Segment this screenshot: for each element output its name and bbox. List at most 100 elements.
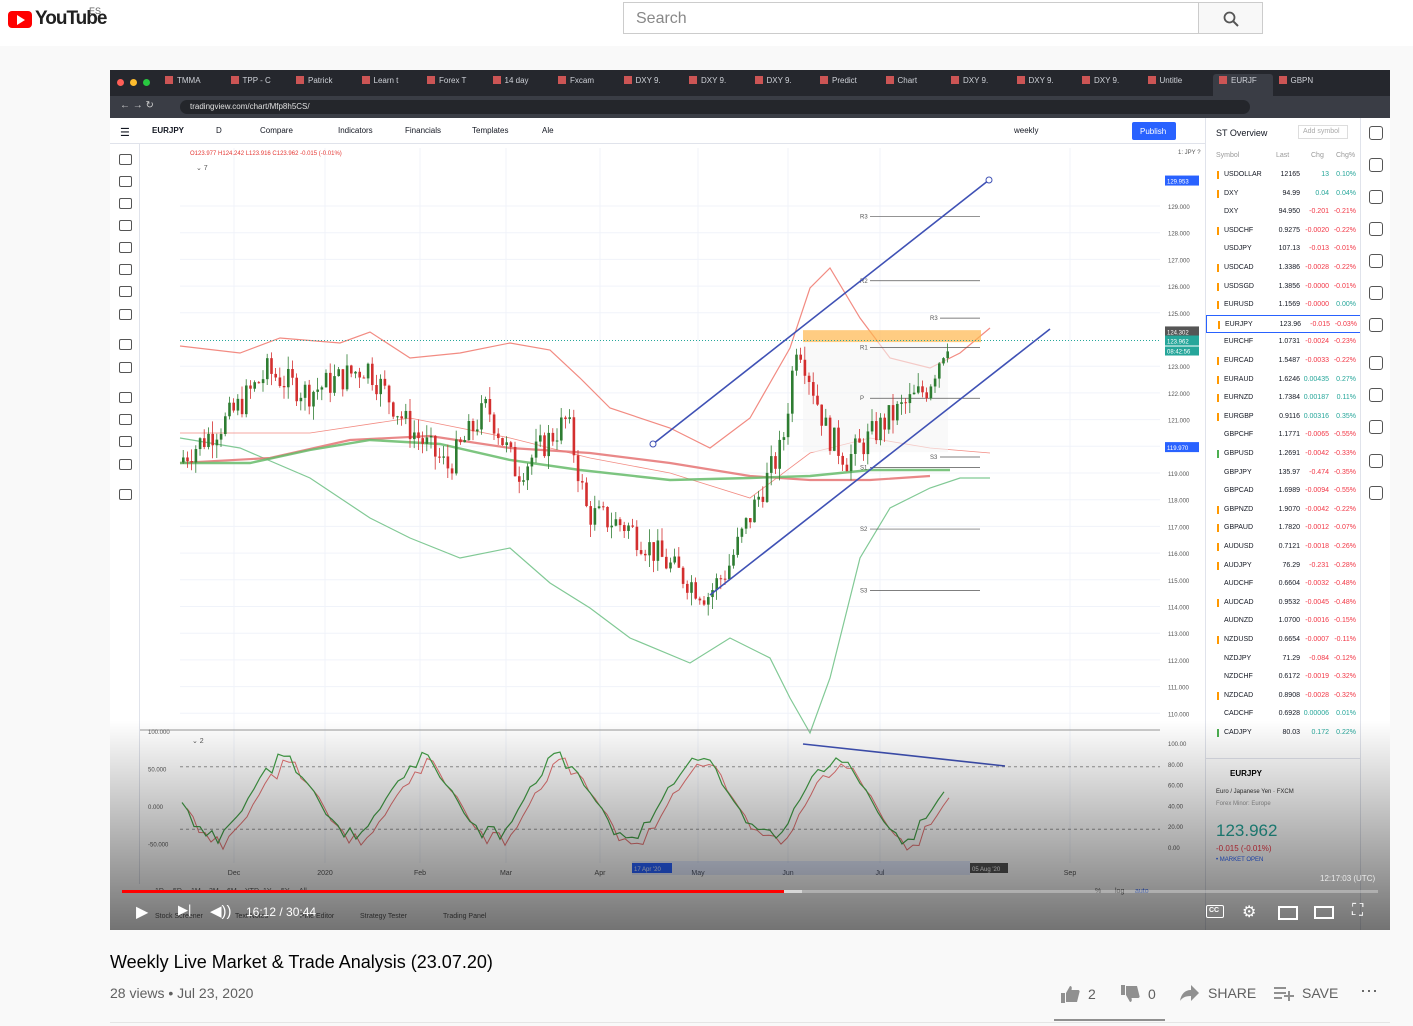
watchlist-row[interactable]: GBPNZD 1.9070 -0.0042 -0.22%	[1206, 501, 1361, 520]
sidebar-tool-icon[interactable]	[1369, 420, 1383, 434]
sidebar-tool-icon[interactable]	[1369, 356, 1383, 370]
sidebar-tool-icon[interactable]	[1369, 158, 1383, 172]
price-chart[interactable]: Dec 2020 Feb Mar Apr May Jun Jul Sep129.000128.0…	[110, 118, 1205, 930]
row-last: 94.950	[1278, 208, 1300, 216]
watchlist-row[interactable]: CADJPY 80.03 0.172 0.22%	[1206, 724, 1361, 743]
browser-tab[interactable]: DXY 9.	[1082, 76, 1142, 92]
search-input[interactable]: Search	[623, 2, 1199, 34]
candle-body	[303, 384, 307, 398]
watchlist-row[interactable]: USDSGD 1.3856 -0.0000 -0.01%	[1206, 278, 1361, 297]
tab-label: 14 day	[504, 76, 529, 85]
browser-tab[interactable]: Predict	[820, 76, 880, 92]
sidebar-tool-icon[interactable]	[1369, 318, 1383, 332]
browser-tab[interactable]: TMMA	[165, 76, 225, 92]
tab-label: Patrick	[308, 76, 333, 85]
sidebar-tool-icon[interactable]	[1369, 286, 1383, 300]
candle-body	[425, 437, 429, 444]
more-actions-button[interactable]: ⋯	[1360, 981, 1378, 1002]
browser-tab[interactable]: Chart	[885, 76, 946, 92]
watchlist-row[interactable]: GBPUSD 1.2691 -0.0042 -0.33%	[1206, 445, 1361, 464]
search-button[interactable]	[1198, 2, 1263, 34]
theater-mode-button[interactable]	[1314, 906, 1334, 919]
watchlist-row[interactable]: EURGBP 0.9116 0.00316 0.35%	[1206, 408, 1361, 427]
detail-sector: Forex Minor: Europe	[1216, 801, 1271, 807]
price-axis-label: 126.000	[1168, 285, 1190, 291]
browser-tab[interactable]: TPP - C	[230, 76, 291, 92]
row-last: 76.29	[1282, 561, 1300, 569]
watchlist-row[interactable]: AUDNZD 1.0700 -0.0016 -0.15%	[1206, 612, 1361, 631]
browser-tab[interactable]: DXY 9.	[754, 76, 815, 92]
watchlist-row[interactable]: EURJPY 123.96 -0.015 -0.03%	[1206, 314, 1361, 334]
next-button[interactable]: ▶|	[178, 902, 191, 918]
browser-tab[interactable]: Patrick	[296, 76, 356, 92]
watchlist-row[interactable]: GBPCHF 1.1771 -0.0065 -0.55%	[1206, 426, 1361, 445]
candle-body	[635, 526, 639, 551]
candle-body	[354, 371, 357, 374]
watchlist-row[interactable]: NZDCAD 0.8908 -0.0028 -0.32%	[1206, 687, 1361, 706]
watchlist-row[interactable]: EURUSD 1.1569 -0.0000 0.00%	[1206, 296, 1361, 315]
sidebar-tool-icon[interactable]	[1369, 126, 1383, 140]
watchlist-row[interactable]: USDCAD 1.3386 -0.0028 -0.22%	[1206, 259, 1361, 278]
watchlist-row[interactable]: EURCHF 1.0731 -0.0024 -0.23%	[1206, 333, 1361, 352]
play-button[interactable]: ▶	[136, 902, 148, 922]
watchlist-row[interactable]: DXY 94.950 -0.201 -0.21%	[1206, 203, 1361, 222]
watchlist-row[interactable]: GBPJPY 135.97 -0.474 -0.35%	[1206, 464, 1361, 483]
miniplayer-button[interactable]	[1278, 906, 1298, 920]
watchlist-row[interactable]: USDCHF 0.9275 -0.0020 -0.22%	[1206, 222, 1361, 241]
sidebar-tool-icon[interactable]	[1369, 190, 1383, 204]
watchlist-row[interactable]: DXY 94.99 0.04 0.04%	[1206, 185, 1361, 204]
sidebar-tool-icon[interactable]	[1369, 254, 1383, 268]
sidebar-tool-icon[interactable]	[1369, 222, 1383, 236]
browser-tab[interactable]: DXY 9.	[623, 76, 684, 92]
watchlist-row[interactable]: AUDUSD 0.7121 -0.0018 -0.26%	[1206, 538, 1361, 557]
row-last: 1.3856	[1278, 282, 1300, 290]
watchlist-row[interactable]: NZDCHF 0.6172 -0.0019 -0.32%	[1206, 668, 1361, 687]
sidebar-tool-icon[interactable]	[1369, 388, 1383, 402]
time-display: 16:12 / 30:44	[246, 905, 317, 919]
watchlist-row[interactable]: CADCHF 0.6928 0.00006 0.01%	[1206, 705, 1361, 724]
row-change: -0.201	[1309, 208, 1329, 216]
subtitles-button[interactable]: CC	[1206, 905, 1224, 918]
browser-tab[interactable]: Fxcam	[558, 76, 618, 92]
like-button[interactable]: 2	[1060, 985, 1096, 1003]
watchlist-row[interactable]: EURCAD 1.5487 -0.0033 -0.22%	[1206, 352, 1361, 371]
browser-tab[interactable]: GBPN	[1278, 76, 1339, 92]
dislike-button[interactable]: 0	[1120, 985, 1156, 1003]
browser-tab[interactable]: DXY 9.	[1016, 76, 1077, 92]
browser-tab[interactable]: Forex T	[427, 76, 487, 92]
video-player[interactable]: TMMA TPP - C Patrick Learn t Forex T 14 day Fx…	[110, 70, 1390, 930]
browser-tab[interactable]: Untitle	[1147, 76, 1208, 92]
watchlist-row[interactable]: AUDCHF 0.6604 -0.0032 -0.48%	[1206, 575, 1361, 594]
browser-tab[interactable]: DXY 9.	[951, 76, 1011, 92]
share-button[interactable]: SHARE	[1180, 985, 1256, 1001]
watchlist-row[interactable]: NZDJPY 71.29 -0.084 -0.12%	[1206, 650, 1361, 669]
watchlist-row[interactable]: AUDCAD 0.9532 -0.0045 -0.48%	[1206, 594, 1361, 613]
watchlist-row[interactable]: GBPAUD 1.7820 -0.0012 -0.07%	[1206, 519, 1361, 538]
watchlist-row[interactable]: USDJPY 107.13 -0.013 -0.01%	[1206, 240, 1361, 259]
candle-body	[459, 439, 462, 443]
sidebar-tool-icon[interactable]	[1369, 454, 1383, 468]
settings-gear-icon[interactable]: ⚙	[1242, 902, 1256, 922]
browser-tab[interactable]: EURJF	[1213, 74, 1273, 96]
watchlist-row[interactable]: USDOLLAR 12165 13 0.10%	[1206, 166, 1361, 185]
row-symbol: AUDJPY	[1224, 561, 1252, 569]
watchlist-row[interactable]: EURAUD 1.6246 0.00435 0.27%	[1206, 371, 1361, 390]
sidebar-tool-icon[interactable]	[1369, 486, 1383, 500]
watchlist-row[interactable]: EURNZD 1.7384 0.00187 0.11%	[1206, 389, 1361, 408]
osc-right-axis-label: 80.00	[1168, 763, 1184, 769]
watchlist-row[interactable]: AUDJPY 76.29 -0.231 -0.28%	[1206, 557, 1361, 576]
watchlist-row[interactable]: NZDUSD 0.6654 -0.0007 -0.11%	[1206, 631, 1361, 650]
tab-label: DXY 9.	[766, 76, 792, 85]
browser-tab[interactable]: Learn t	[361, 76, 422, 92]
url-field[interactable]: tradingview.com/chart/Mfp8h5CS/	[180, 100, 1250, 114]
add-symbol-input[interactable]: Add symbol	[1298, 125, 1348, 139]
row-symbol: GBPCAD	[1224, 487, 1254, 495]
save-button[interactable]: SAVE	[1274, 985, 1338, 1001]
browser-tab[interactable]: 14 day	[492, 76, 553, 92]
fullscreen-button[interactable]: ⛶	[1352, 902, 1363, 920]
browser-tab[interactable]: DXY 9.	[689, 76, 749, 92]
watchlist-title[interactable]: ST Overview	[1216, 128, 1267, 138]
progress-bar[interactable]	[122, 890, 1378, 893]
watchlist-row[interactable]: GBPCAD 1.6989 -0.0094 -0.55%	[1206, 482, 1361, 501]
volume-button[interactable]: ◀))	[210, 902, 232, 920]
